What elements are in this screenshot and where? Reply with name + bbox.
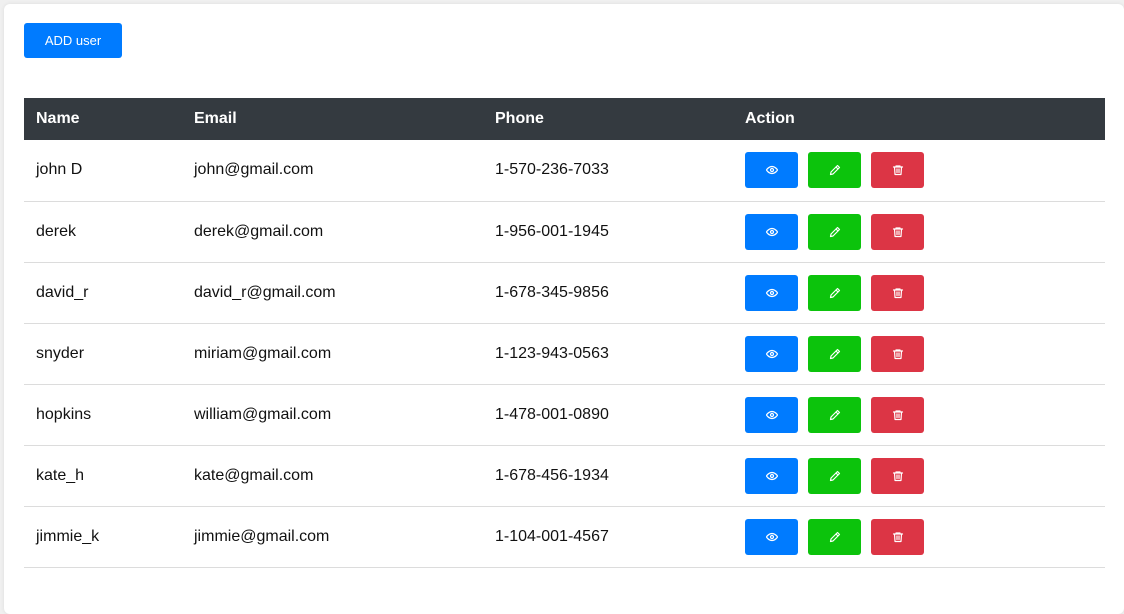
user-email: william@gmail.com [182,384,483,446]
eye-icon [765,348,778,360]
eye-icon [765,470,778,482]
user-phone: 1-570-236-7033 [483,140,733,202]
content-card: ADD user Name Email Phone Action john D … [4,4,1124,614]
eye-icon [765,287,778,299]
user-phone: 1-956-001-1945 [483,201,733,263]
edit-button[interactable] [808,274,861,311]
user-name: kate_h [24,445,182,507]
user-email: miriam@gmail.com [182,323,483,385]
view-button[interactable] [745,457,798,494]
edit-button[interactable] [808,518,861,555]
table-row: derek derek@gmail.com 1-956-001-1945 [24,201,1105,263]
delete-button[interactable] [871,335,924,372]
table-row: hopkins william@gmail.com 1-478-001-0890 [24,384,1105,446]
trash-icon [892,164,904,176]
eye-icon [765,531,778,543]
user-email: kate@gmail.com [182,445,483,507]
trash-icon [892,287,904,299]
pencil-icon [829,409,841,421]
trash-icon [892,226,904,238]
user-actions [733,140,1105,202]
user-actions [733,201,1105,263]
column-header-phone: Phone [495,110,544,127]
user-actions [733,384,1105,446]
user-actions [733,506,1105,568]
user-phone: 1-478-001-0890 [483,384,733,446]
user-email: jimmie@gmail.com [182,506,483,568]
view-button[interactable] [745,274,798,311]
table-row: john D john@gmail.com 1-570-236-7033 [24,140,1105,202]
user-name: hopkins [24,384,182,446]
delete-button[interactable] [871,396,924,433]
table-header: Name Email Phone Action [24,98,1105,140]
edit-button[interactable] [808,213,861,250]
table-row: david_r david_r@gmail.com 1-678-345-9856 [24,262,1105,324]
user-phone: 1-678-456-1934 [483,445,733,507]
pencil-icon [829,470,841,482]
user-phone: 1-104-001-4567 [483,506,733,568]
delete-button[interactable] [871,457,924,494]
user-name: jimmie_k [24,506,182,568]
user-name: david_r [24,262,182,324]
column-header-action: Action [745,110,795,127]
delete-button[interactable] [871,213,924,250]
pencil-icon [829,531,841,543]
pencil-icon [829,164,841,176]
user-email: derek@gmail.com [182,201,483,263]
table-row: kate_h kate@gmail.com 1-678-456-1934 [24,445,1105,507]
trash-icon [892,531,904,543]
view-button[interactable] [745,396,798,433]
column-header-email: Email [194,110,237,127]
edit-button[interactable] [808,396,861,433]
trash-icon [892,348,904,360]
pencil-icon [829,226,841,238]
delete-button[interactable] [871,274,924,311]
user-name: snyder [24,323,182,385]
view-button[interactable] [745,152,798,189]
user-phone: 1-678-345-9856 [483,262,733,324]
view-button[interactable] [745,335,798,372]
user-actions [733,323,1105,385]
table-row: jimmie_k jimmie@gmail.com 1-104-001-4567 [24,506,1105,568]
edit-button[interactable] [808,457,861,494]
delete-button[interactable] [871,518,924,555]
pencil-icon [829,348,841,360]
user-email: john@gmail.com [182,140,483,202]
eye-icon [765,409,778,421]
table-header-row: Name Email Phone Action [24,98,1105,140]
trash-icon [892,470,904,482]
add-user-button[interactable]: ADD user [24,23,122,58]
users-table: Name Email Phone Action john D john@gmai… [24,98,1105,568]
user-actions [733,445,1105,507]
user-email: david_r@gmail.com [182,262,483,324]
eye-icon [765,164,778,176]
column-header-name: Name [36,110,80,127]
eye-icon [765,226,778,238]
user-name: derek [24,201,182,263]
edit-button[interactable] [808,335,861,372]
trash-icon [892,409,904,421]
view-button[interactable] [745,213,798,250]
pencil-icon [829,287,841,299]
user-name: john D [24,140,182,202]
user-phone: 1-123-943-0563 [483,323,733,385]
view-button[interactable] [745,518,798,555]
table-body: john D john@gmail.com 1-570-236-7033 der… [24,140,1105,568]
delete-button[interactable] [871,152,924,189]
table-row: snyder miriam@gmail.com 1-123-943-0563 [24,323,1105,385]
edit-button[interactable] [808,152,861,189]
user-actions [733,262,1105,324]
